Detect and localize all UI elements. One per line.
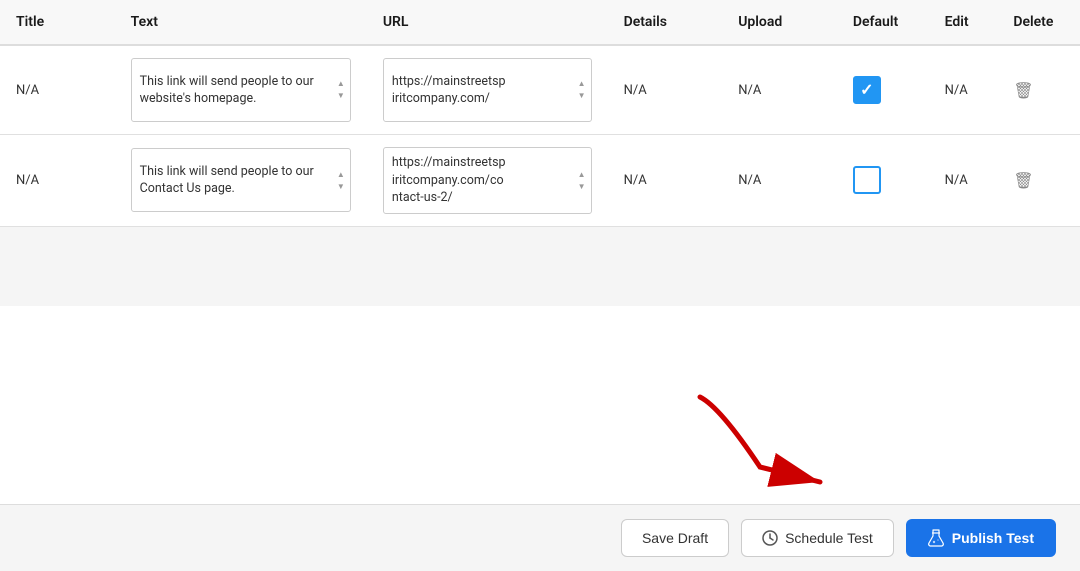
row1-text-scroll[interactable]: This link will send people to our websit… [131,58,351,122]
row2-url-scroll-up[interactable]: ▲ [576,169,588,179]
row2-url-scroll-down[interactable]: ▼ [576,181,588,191]
publish-test-button[interactable]: Publish Test [906,519,1056,557]
row2-text: This link will send people to our Contac… [140,163,330,198]
row2-default-cell [837,135,929,227]
publish-label: Publish Test [952,530,1034,546]
row1-text-cell: This link will send people to our websit… [115,45,367,135]
schedule-test-button[interactable]: Schedule Test [741,519,894,557]
clock-icon [762,530,778,546]
row2-default-checkbox[interactable] [853,166,881,194]
row1-edit: N/A [929,45,998,135]
row1-url-scrollbar[interactable]: ▲ ▼ [576,79,588,101]
row2-title: N/A [0,135,115,227]
table-row: N/A This link will send people to our Co… [0,135,1080,227]
row1-scroll-down[interactable]: ▼ [335,91,347,101]
row1-title: N/A [0,45,115,135]
row2-text-scrollbar[interactable]: ▲ ▼ [335,169,347,191]
row1-delete-cell: 🗑 [997,45,1080,135]
row1-delete-icon[interactable]: 🗑 [1013,81,1033,100]
row2-details: N/A [608,135,723,227]
col-header-text: Text [115,0,367,45]
row2-delete-icon[interactable]: 🗑 [1013,171,1033,190]
table-row: N/A This link will send people to our we… [0,45,1080,135]
col-header-url: URL [367,0,608,45]
col-header-edit: Edit [929,0,998,45]
row1-url-scroll-up[interactable]: ▲ [576,79,588,89]
row2-edit: N/A [929,135,998,227]
row2-url: https://mainstreetspiritcompany.com/cont… [392,154,571,207]
main-content: Title Text URL Details Upload Default Ed… [0,0,1080,571]
col-header-details: Details [608,0,723,45]
row1-url: https://mainstreetspiritcompany.com/ [392,73,571,108]
row1-scroll-up[interactable]: ▲ [335,79,347,89]
row1-default-cell: ✓ [837,45,929,135]
flask-icon [928,529,944,547]
row2-text-scroll[interactable]: This link will send people to our Contac… [131,148,351,212]
row1-url-scroll[interactable]: https://mainstreetspiritcompany.com/ ▲ ▼ [383,58,592,122]
row1-details: N/A [608,45,723,135]
row1-text: This link will send people to our websit… [140,73,330,108]
row2-scroll-up[interactable]: ▲ [335,169,347,179]
table-container: Title Text URL Details Upload Default Ed… [0,0,1080,504]
links-table: Title Text URL Details Upload Default Ed… [0,0,1080,306]
row2-delete-cell: 🗑 [997,135,1080,227]
row1-text-scrollbar[interactable]: ▲ ▼ [335,79,347,101]
row2-text-cell: This link will send people to our Contac… [115,135,367,227]
row2-url-scroll[interactable]: https://mainstreetspiritcompany.com/cont… [383,147,592,214]
save-draft-button[interactable]: Save Draft [621,519,729,557]
empty-row [0,226,1080,306]
row1-checkmark: ✓ [860,82,873,98]
row1-url-scroll-down[interactable]: ▼ [576,91,588,101]
row2-url-cell: https://mainstreetspiritcompany.com/cont… [367,135,608,227]
row2-upload: N/A [722,135,837,227]
table-header-row: Title Text URL Details Upload Default Ed… [0,0,1080,45]
row2-scroll-down[interactable]: ▼ [335,181,347,191]
col-header-default: Default [837,0,929,45]
empty-spacer [0,226,1080,306]
row2-url-scrollbar[interactable]: ▲ ▼ [576,169,588,191]
col-header-upload: Upload [722,0,837,45]
col-header-title: Title [0,0,115,45]
schedule-label: Schedule Test [785,530,873,546]
row1-default-checkbox[interactable]: ✓ [853,76,881,104]
row1-url-cell: https://mainstreetspiritcompany.com/ ▲ ▼ [367,45,608,135]
row1-upload: N/A [722,45,837,135]
footer-bar: Save Draft Schedule Test Publish Test [0,504,1080,571]
col-header-delete: Delete [997,0,1080,45]
